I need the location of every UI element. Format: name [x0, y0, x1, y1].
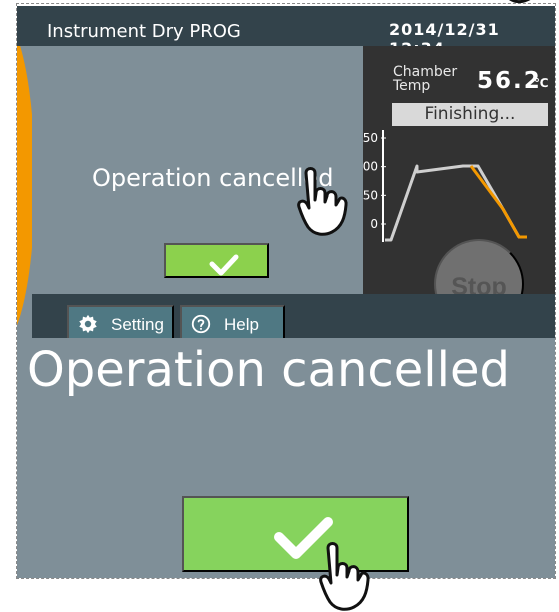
instrument-screen: Instrument Dry PROG 2014/12/31 12:34 Ope… [17, 6, 555, 338]
ok-button[interactable] [164, 243, 269, 278]
current-progress-line [469, 165, 527, 239]
window-title: Instrument Dry PROG [47, 21, 241, 42]
chamber-temp-label: Chamber Temp [393, 64, 458, 94]
temperature-profile-chart: 150 100 50 0 [363, 130, 527, 242]
setting-label: Setting [111, 315, 164, 334]
process-status-panel: Chamber Temp 56.2 ℃ Finishing... 150 100 5… [363, 46, 555, 329]
hand-pointer-icon [319, 542, 370, 611]
checkmark-icon [274, 517, 333, 559]
setting-button[interactable]: Setting [67, 305, 174, 338]
graph-tick-label: 0 [370, 217, 378, 231]
graph-tick-label: 150 [363, 131, 378, 145]
checkmark-icon [209, 254, 239, 276]
temperature-profile-line [385, 164, 526, 242]
question-icon [191, 314, 211, 334]
app-header: Instrument Dry PROG 2014/12/31 12:34 [17, 6, 555, 58]
zoomed-confirmation-view: Operation cancelled [17, 338, 555, 578]
gear-icon [79, 314, 97, 334]
graph-tick-label: 50 [363, 188, 378, 202]
bottom-navigation-bar: Setting Help [32, 294, 555, 338]
hand-pointer-icon [508, 0, 531, 4]
hand-pointer-icon [297, 167, 348, 236]
temperature-unit: ℃ [534, 76, 549, 90]
help-button[interactable]: Help [180, 305, 285, 338]
chamber-temp-value: 56.2 [477, 68, 542, 94]
help-label: Help [224, 315, 259, 334]
status-indicator: Finishing... [392, 103, 548, 126]
graph-tick-label: 100 [363, 160, 378, 174]
zoomed-operation-cancelled-message: Operation cancelled [27, 342, 510, 398]
